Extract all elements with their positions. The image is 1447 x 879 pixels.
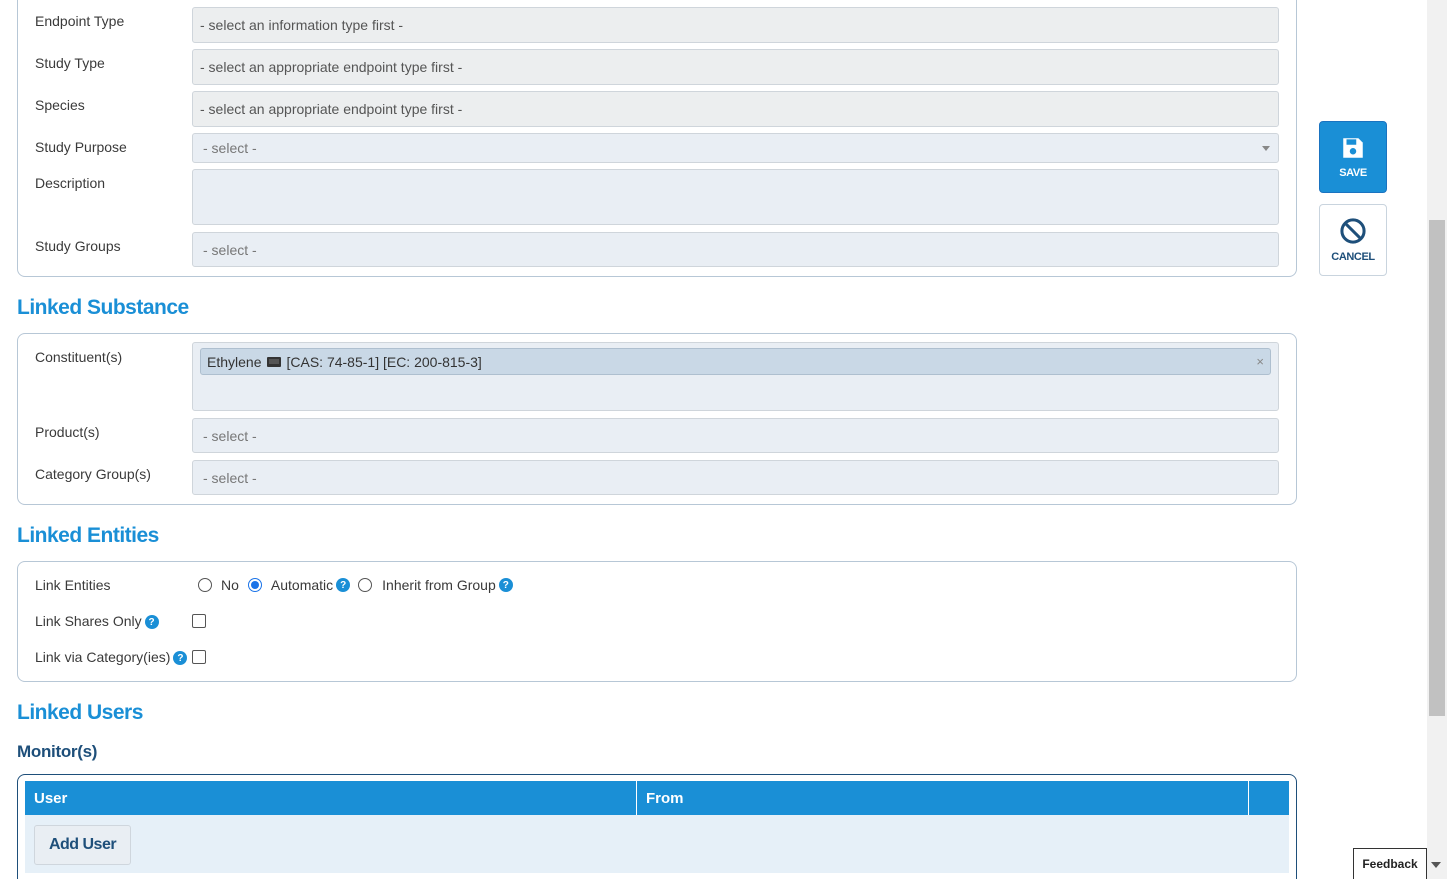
radio-inherit-label: Inherit from Group xyxy=(382,577,496,593)
study-type-label: Study Type xyxy=(35,55,105,71)
users-table-header: User From xyxy=(25,781,1289,815)
column-user[interactable]: User xyxy=(25,781,637,815)
products-label: Product(s) xyxy=(35,424,100,440)
study-purpose-select[interactable]: - select - xyxy=(192,133,1279,163)
endpoint-type-label: Endpoint Type xyxy=(35,13,125,29)
scroll-down-arrow-icon[interactable] xyxy=(1431,862,1441,868)
category-groups-label: Category Group(s) xyxy=(35,466,151,482)
save-button[interactable]: SAVE xyxy=(1319,121,1387,193)
linked-entities-title: Linked Entities xyxy=(17,524,159,547)
column-actions xyxy=(1249,781,1289,815)
add-user-button[interactable]: Add User xyxy=(34,825,131,865)
column-from[interactable]: From xyxy=(637,781,1249,815)
remove-tag-icon[interactable]: × xyxy=(1256,354,1264,369)
category-groups-select[interactable]: - select - xyxy=(192,460,1279,495)
constituents-multiselect[interactable]: Ethylene [CAS: 74-85-1] [EC: 200-815-3] … xyxy=(192,342,1279,411)
constituent-tag: Ethylene [CAS: 74-85-1] [EC: 200-815-3] … xyxy=(200,348,1271,375)
users-table-body xyxy=(25,815,1289,873)
help-icon[interactable]: ? xyxy=(173,651,188,666)
study-groups-label: Study Groups xyxy=(35,238,121,254)
chevron-down-icon xyxy=(1262,146,1270,151)
radio-automatic[interactable] xyxy=(247,578,262,592)
endpoint-type-field[interactable]: - select an information type first - xyxy=(192,7,1279,43)
save-icon xyxy=(1343,138,1363,158)
constituents-label: Constituent(s) xyxy=(35,349,123,365)
ban-icon xyxy=(1340,218,1366,244)
help-icon[interactable]: ? xyxy=(336,578,351,592)
study-purpose-label: Study Purpose xyxy=(35,139,127,155)
constituent-tag-name: Ethylene xyxy=(207,353,262,370)
help-icon[interactable]: ? xyxy=(144,615,159,630)
link-shares-only-text: Link Shares Only xyxy=(35,613,142,629)
save-label: SAVE xyxy=(1339,167,1367,179)
species-label: Species xyxy=(35,97,85,113)
feedback-button[interactable]: Feedback xyxy=(1353,848,1427,879)
description-textarea[interactable] xyxy=(192,169,1279,225)
link-entities-label: Link Entities xyxy=(35,577,111,593)
monitors-title: Monitor(s) xyxy=(17,742,98,761)
constituent-tag-ids: [CAS: 74-85-1] [EC: 200-815-3] xyxy=(286,353,482,370)
help-icon[interactable]: ? xyxy=(498,578,513,592)
study-purpose-placeholder: - select - xyxy=(203,140,257,156)
scrollbar-thumb[interactable] xyxy=(1429,220,1445,716)
radio-no-label: No xyxy=(221,577,239,593)
species-field[interactable]: - select an appropriate endpoint type fi… xyxy=(192,91,1279,127)
study-type-field[interactable]: - select an appropriate endpoint type fi… xyxy=(192,49,1279,85)
link-shares-only-label: Link Shares Only? xyxy=(35,613,159,630)
cancel-button[interactable]: CANCEL xyxy=(1319,204,1387,276)
laptop-icon xyxy=(267,356,282,367)
linked-users-title: Linked Users xyxy=(17,701,143,724)
description-label: Description xyxy=(35,175,106,191)
cancel-label: CANCEL xyxy=(1331,251,1375,263)
link-shares-only-checkbox[interactable] xyxy=(192,614,206,628)
radio-no[interactable] xyxy=(198,578,212,592)
link-via-categories-checkbox[interactable] xyxy=(192,650,206,664)
radio-automatic-label: Automatic xyxy=(270,577,334,593)
link-via-categories-text: Link via Category(ies) xyxy=(35,649,171,665)
study-groups-select[interactable]: - select - xyxy=(192,232,1279,267)
link-via-categories-label: Link via Category(ies)? xyxy=(35,649,188,666)
products-select[interactable]: - select - xyxy=(192,418,1279,453)
linked-substance-title: Linked Substance xyxy=(17,296,189,319)
link-entities-radio-group: No Automatic ? Inherit from Group ? xyxy=(198,577,513,593)
radio-inherit-from-group[interactable] xyxy=(358,578,373,592)
